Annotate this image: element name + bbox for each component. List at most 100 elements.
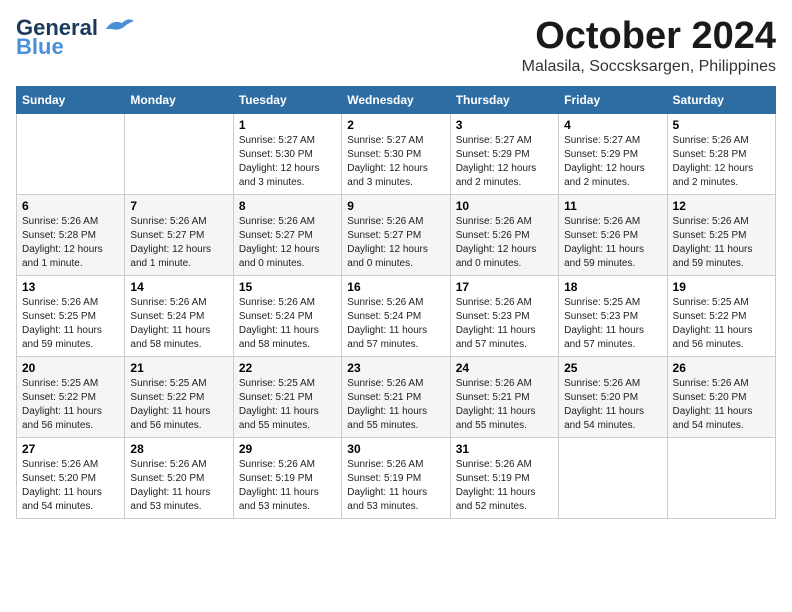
calendar-cell: 27Sunrise: 5:26 AM Sunset: 5:20 PM Dayli… [17,437,125,518]
calendar-cell: 25 Sunrise: 5:26 AM Sunset: 5:20 PM Dayli… [559,356,667,437]
day-info: Sunrise: 5:25 AM Sunset: 5:22 PM Dayligh… [673,296,770,352]
calendar-cell: 29 Sunrise: 5:26 AM Sunset: 5:19 PM Dayli… [233,437,341,518]
calendar-cell: 15Sunrise: 5:26 AM Sunset: 5:24 PM Dayli… [233,275,341,356]
header-saturday: Saturday [667,86,775,113]
day-number: 20 [22,361,119,375]
month-title: October 2024 [522,16,776,58]
calendar-cell: 7 Sunrise: 5:26 AM Sunset: 5:27 PM Daylig… [125,194,233,275]
title-block: October 2024 Malasila, Soccsksargen, Phi… [522,16,776,76]
day-info: Sunrise: 5:27 AM Sunset: 5:30 PM Dayligh… [239,134,336,190]
day-number: 11 [564,199,661,213]
header-sunday: Sunday [17,86,125,113]
day-info: Sunrise: 5:26 AM Sunset: 5:26 PM Dayligh… [456,215,553,271]
calendar-table: SundayMondayTuesdayWednesdayThursdayFrid… [16,86,776,519]
day-info: Sunrise: 5:26 AM Sunset: 5:27 PM Dayligh… [239,215,336,271]
day-info: Sunrise: 5:26 AM Sunset: 5:23 PM Dayligh… [456,296,553,352]
day-info: Sunrise: 5:26 AM Sunset: 5:20 PM Dayligh… [130,458,227,514]
day-number: 3 [456,118,553,132]
day-info: Sunrise: 5:26 AM Sunset: 5:28 PM Dayligh… [673,134,770,190]
day-info: Sunrise: 5:27 AM Sunset: 5:29 PM Dayligh… [456,134,553,190]
calendar-cell [17,113,125,194]
header-monday: Monday [125,86,233,113]
calendar-cell: 17 Sunrise: 5:26 AM Sunset: 5:23 PM Dayli… [450,275,558,356]
day-info: Sunrise: 5:26 AM Sunset: 5:27 PM Dayligh… [347,215,444,271]
calendar-cell [667,437,775,518]
day-number: 28 [130,442,227,456]
day-number: 30 [347,442,444,456]
day-number: 22 [239,361,336,375]
week-row-1: 1 Sunrise: 5:27 AM Sunset: 5:30 PM Daylig… [17,113,776,194]
day-number: 15 [239,280,336,294]
day-number: 12 [673,199,770,213]
day-number: 24 [456,361,553,375]
week-row-5: 27 Sunrise: 5:26 AM Sunset: 5:20 PM Dayli… [17,437,776,518]
calendar-cell: 4Sunrise: 5:27 AM Sunset: 5:29 PM Daylig… [559,113,667,194]
header-thursday: Thursday [450,86,558,113]
calendar-cell: 1 Sunrise: 5:27 AM Sunset: 5:30 PM Daylig… [233,113,341,194]
day-number: 5 [673,118,770,132]
calendar-cell: 8 Sunrise: 5:26 AM Sunset: 5:27 PM Daylig… [233,194,341,275]
header-wednesday: Wednesday [342,86,450,113]
day-info: Sunrise: 5:26 AM Sunset: 5:28 PM Dayligh… [22,215,119,271]
calendar-cell: 21Sunrise: 5:25 AM Sunset: 5:22 PM Dayli… [125,356,233,437]
day-number: 8 [239,199,336,213]
day-number: 26 [673,361,770,375]
day-info: Sunrise: 5:26 AM Sunset: 5:20 PM Dayligh… [673,377,770,433]
calendar-cell [559,437,667,518]
calendar-cell: 5 Sunrise: 5:26 AM Sunset: 5:28 PM Daylig… [667,113,775,194]
day-info: Sunrise: 5:25 AM Sunset: 5:22 PM Dayligh… [22,377,119,433]
day-number: 31 [456,442,553,456]
day-info: Sunrise: 5:26 AM Sunset: 5:26 PM Dayligh… [564,215,661,271]
calendar-cell: 31 Sunrise: 5:26 AM Sunset: 5:19 PM Dayli… [450,437,558,518]
header-friday: Friday [559,86,667,113]
day-info: Sunrise: 5:26 AM Sunset: 5:19 PM Dayligh… [239,458,336,514]
calendar-cell: 30 Sunrise: 5:26 AM Sunset: 5:19 PM Dayli… [342,437,450,518]
calendar-cell: 20 Sunrise: 5:25 AM Sunset: 5:22 PM Dayli… [17,356,125,437]
logo-blue: Blue [16,36,64,58]
day-info: Sunrise: 5:26 AM Sunset: 5:19 PM Dayligh… [456,458,553,514]
week-row-3: 13Sunrise: 5:26 AM Sunset: 5:25 PM Dayli… [17,275,776,356]
day-info: Sunrise: 5:26 AM Sunset: 5:24 PM Dayligh… [347,296,444,352]
calendar-cell: 11 Sunrise: 5:26 AM Sunset: 5:26 PM Dayli… [559,194,667,275]
day-info: Sunrise: 5:26 AM Sunset: 5:24 PM Dayligh… [130,296,227,352]
calendar-cell: 3 Sunrise: 5:27 AM Sunset: 5:29 PM Daylig… [450,113,558,194]
header-tuesday: Tuesday [233,86,341,113]
day-number: 10 [456,199,553,213]
day-number: 4 [564,118,661,132]
day-number: 2 [347,118,444,132]
day-number: 14 [130,280,227,294]
page-header: General Blue October 2024 Malasila, Socc… [16,16,776,76]
calendar-cell: 9 Sunrise: 5:26 AM Sunset: 5:27 PM Daylig… [342,194,450,275]
day-info: Sunrise: 5:27 AM Sunset: 5:30 PM Dayligh… [347,134,444,190]
calendar-cell: 24Sunrise: 5:26 AM Sunset: 5:21 PM Dayli… [450,356,558,437]
calendar-cell: 23Sunrise: 5:26 AM Sunset: 5:21 PM Dayli… [342,356,450,437]
day-number: 1 [239,118,336,132]
day-info: Sunrise: 5:25 AM Sunset: 5:22 PM Dayligh… [130,377,227,433]
day-number: 7 [130,199,227,213]
day-info: Sunrise: 5:26 AM Sunset: 5:27 PM Dayligh… [130,215,227,271]
day-number: 6 [22,199,119,213]
day-number: 27 [22,442,119,456]
location-subtitle: Malasila, Soccsksargen, Philippines [522,58,776,76]
calendar-cell: 28 Sunrise: 5:26 AM Sunset: 5:20 PM Dayli… [125,437,233,518]
day-number: 29 [239,442,336,456]
calendar-cell: 2 Sunrise: 5:27 AM Sunset: 5:30 PM Daylig… [342,113,450,194]
calendar-cell: 12 Sunrise: 5:26 AM Sunset: 5:25 PM Dayli… [667,194,775,275]
calendar-cell [125,113,233,194]
day-info: Sunrise: 5:25 AM Sunset: 5:21 PM Dayligh… [239,377,336,433]
day-number: 16 [347,280,444,294]
week-row-2: 6 Sunrise: 5:26 AM Sunset: 5:28 PM Daylig… [17,194,776,275]
calendar-cell: 16 Sunrise: 5:26 AM Sunset: 5:24 PM Dayli… [342,275,450,356]
day-number: 9 [347,199,444,213]
day-info: Sunrise: 5:26 AM Sunset: 5:25 PM Dayligh… [673,215,770,271]
day-number: 17 [456,280,553,294]
day-info: Sunrise: 5:26 AM Sunset: 5:19 PM Dayligh… [347,458,444,514]
calendar-cell: 13Sunrise: 5:26 AM Sunset: 5:25 PM Dayli… [17,275,125,356]
calendar-cell: 22 Sunrise: 5:25 AM Sunset: 5:21 PM Dayli… [233,356,341,437]
day-info: Sunrise: 5:26 AM Sunset: 5:21 PM Dayligh… [347,377,444,433]
calendar-cell: 26 Sunrise: 5:26 AM Sunset: 5:20 PM Dayli… [667,356,775,437]
day-info: Sunrise: 5:25 AM Sunset: 5:23 PM Dayligh… [564,296,661,352]
day-number: 25 [564,361,661,375]
calendar-cell: 14 Sunrise: 5:26 AM Sunset: 5:24 PM Dayli… [125,275,233,356]
day-info: Sunrise: 5:26 AM Sunset: 5:20 PM Dayligh… [564,377,661,433]
